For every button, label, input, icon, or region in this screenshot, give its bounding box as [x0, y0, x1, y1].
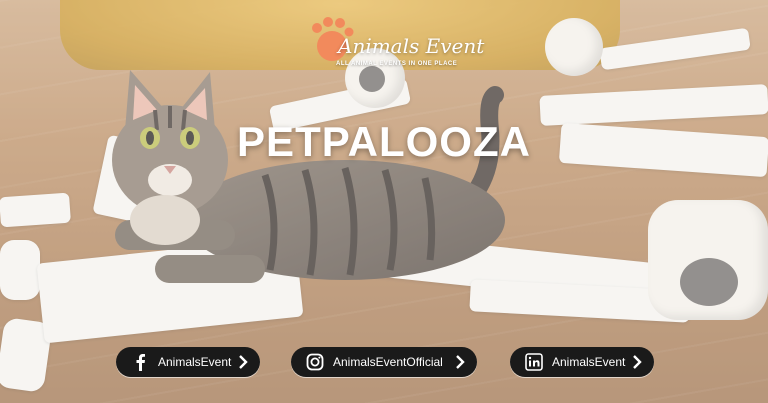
linkedin-handle: AnimalsEvent: [552, 355, 626, 369]
facebook-icon: [130, 352, 150, 372]
instagram-handle: AnimalsEventOfficial: [333, 355, 443, 369]
facebook-link[interactable]: AnimalsEvent: [116, 347, 260, 377]
linkedin-link[interactable]: AnimalsEvent: [510, 347, 654, 377]
instagram-link[interactable]: AnimalsEventOfficial: [291, 347, 477, 377]
chevron-right-icon: [456, 355, 465, 369]
facebook-handle: AnimalsEvent: [158, 355, 232, 369]
chevron-right-icon: [633, 355, 642, 369]
linkedin-icon: [524, 352, 544, 372]
event-banner: Animals Event ALL ANIMAL EVENTS IN ONE P…: [0, 0, 768, 403]
brand-tagline: ALL ANIMAL EVENTS IN ONE PLACE: [336, 61, 458, 67]
chevron-right-icon: [239, 355, 248, 369]
instagram-icon: [305, 352, 325, 372]
brand-name: Animals Event: [338, 34, 485, 58]
event-title: PETPALOOZA: [237, 118, 531, 165]
